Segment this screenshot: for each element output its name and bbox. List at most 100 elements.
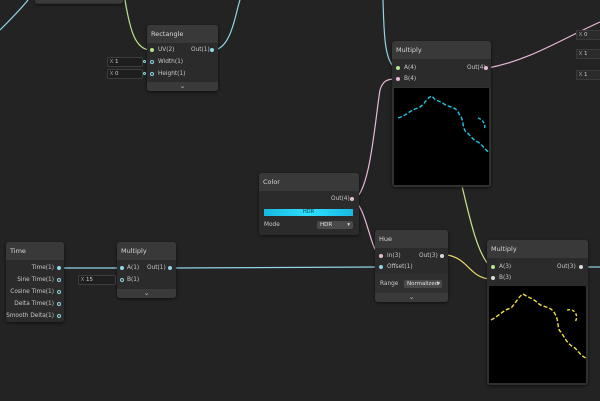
input-port-b[interactable]: [491, 276, 495, 280]
wire-multiply-to-hue[interactable]: [170, 266, 379, 269]
wire-color-to-multiply-top[interactable]: [352, 78, 397, 201]
port-label: Out(1): [191, 47, 210, 53]
input-port-width[interactable]: [150, 60, 154, 64]
input-port-height[interactable]: [150, 72, 154, 76]
node-title: Time: [6, 242, 64, 260]
node-color[interactable]: Color Out(4) HDR Mode HDR ▾: [259, 173, 359, 235]
port-label: Width(1): [158, 59, 184, 65]
port-label: Out(3): [419, 253, 438, 259]
output-port-cosine[interactable]: [57, 290, 61, 294]
output-port-sine[interactable]: [57, 278, 61, 282]
field-value: 1: [584, 72, 588, 78]
dropdown-arrow-icon: ▾: [437, 281, 440, 287]
node-multiply-mid[interactable]: Multiply A(1) B(1) Out(1) ⌄: [117, 242, 176, 298]
field-connector-dot: [143, 72, 146, 75]
port-label: Smooth Delta(1): [6, 313, 54, 319]
axis-label: X: [80, 277, 85, 283]
preview-shape: [490, 293, 587, 359]
node-preview: [489, 286, 587, 383]
port-label: A(1): [127, 265, 140, 271]
port-label: Cosine Time(1): [10, 289, 54, 295]
wire-green-down[interactable]: [461, 185, 491, 267]
collapse-chevron-icon[interactable]: ⌄: [35, 0, 123, 3]
axis-label: X: [109, 71, 114, 77]
dropdown-value: Normalized: [407, 281, 439, 287]
port-label: B(3): [499, 275, 512, 281]
input-port-a[interactable]: [120, 266, 124, 270]
multiplier-input-field[interactable]: X 15: [78, 275, 116, 285]
node-time[interactable]: Time Time(1) Sine Time(1) Cosine Time(1)…: [6, 242, 64, 322]
height-input-field[interactable]: X0: [107, 69, 143, 79]
wire-hue-to-multiply-bottom[interactable]: [446, 254, 491, 280]
node-multiply-bottom[interactable]: Multiply A(3) B(3) Out(3): [487, 240, 588, 385]
port-label: Out(1): [147, 265, 166, 271]
field-value: 1: [584, 51, 588, 57]
output-port-time[interactable]: [57, 266, 61, 270]
color-swatch[interactable]: HDR: [264, 209, 353, 216]
wire-uv-to-rectangle[interactable]: [124, 0, 150, 51]
field-connector-dot: [143, 60, 146, 63]
range-dropdown[interactable]: Normalized ▾: [404, 280, 442, 288]
output-port-smooth-delta[interactable]: [57, 314, 61, 318]
node-preview: [394, 88, 491, 185]
wire-top-left[interactable]: [0, 0, 29, 31]
output-port[interactable]: [168, 266, 172, 270]
input-port-b[interactable]: [120, 278, 124, 282]
input-port-a[interactable]: [396, 66, 400, 70]
right-edge-input-field[interactable]: X0: [576, 30, 600, 40]
output-port[interactable]: [440, 254, 444, 258]
field-value: 15: [86, 277, 93, 283]
input-port-in[interactable]: [379, 254, 383, 258]
node-title: Multiply: [392, 41, 491, 59]
port-label: A(3): [499, 264, 512, 270]
port-label: Out(4): [467, 65, 486, 71]
input-port-uv[interactable]: [150, 48, 154, 52]
node-multiply-top[interactable]: Multiply A(4) B(4) Out(4): [392, 41, 491, 187]
right-edge-input-field[interactable]: X1: [576, 70, 600, 80]
input-port-b[interactable]: [396, 77, 400, 81]
port-label: Offset(1): [387, 264, 413, 270]
port-label: Out(4): [331, 196, 350, 202]
mode-dropdown[interactable]: HDR ▾: [317, 221, 353, 229]
node-rectangle[interactable]: Rectangle UV(2) Width(1) Height(1) Out(1…: [147, 25, 218, 91]
axis-label: X: [578, 72, 583, 78]
node-hue[interactable]: Hue In(3) Offset(1) Out(3) Range Normali…: [375, 230, 448, 302]
output-port[interactable]: [484, 66, 488, 70]
port-label: Sine Time(1): [17, 277, 54, 283]
port-label: Delta Time(1): [14, 301, 54, 307]
output-port[interactable]: [210, 48, 214, 52]
field-value: 0: [584, 32, 588, 38]
collapse-chevron-icon[interactable]: ⌄: [117, 289, 176, 298]
field-value: 0: [115, 71, 119, 77]
output-port-delta[interactable]: [57, 302, 61, 306]
right-edge-input-field[interactable]: X1: [576, 49, 600, 59]
port-label: In(3): [387, 253, 401, 259]
collapse-chevron-icon[interactable]: ⌄: [375, 293, 448, 302]
output-port[interactable]: [350, 197, 354, 201]
output-port[interactable]: [579, 265, 583, 269]
node-partial-top-left[interactable]: ⌄: [35, 0, 123, 4]
collapse-chevron-icon[interactable]: ⌄: [147, 82, 218, 91]
port-label: Time(1): [31, 265, 54, 271]
axis-label: X: [578, 51, 583, 57]
input-port-offset[interactable]: [379, 265, 383, 269]
port-label: Height(1): [158, 71, 186, 77]
node-title: Rectangle: [147, 25, 218, 43]
input-port-a[interactable]: [491, 265, 495, 269]
port-label: Out(3): [557, 264, 576, 270]
width-input-field[interactable]: X1: [107, 57, 143, 67]
dropdown-arrow-icon: ▾: [347, 222, 350, 228]
node-title: Color: [259, 173, 359, 191]
port-label: B(4): [404, 76, 417, 82]
preview-shape: [397, 95, 491, 153]
axis-label: X: [578, 32, 583, 38]
node-title: Hue: [375, 230, 448, 248]
node-title: Multiply: [117, 242, 176, 260]
wire-multiply-top-out[interactable]: [487, 21, 600, 69]
axis-label: X: [109, 59, 114, 65]
port-label: A(4): [404, 65, 417, 71]
port-label: UV(2): [158, 47, 175, 53]
mode-label: Mode: [264, 222, 280, 228]
dropdown-value: HDR: [320, 222, 333, 228]
port-label: B(1): [127, 277, 140, 283]
